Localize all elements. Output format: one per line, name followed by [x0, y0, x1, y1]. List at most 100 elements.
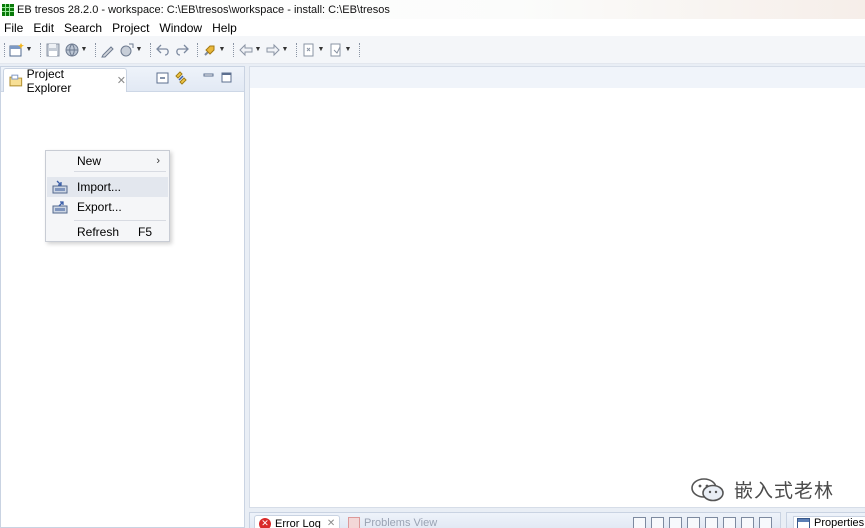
new-wizard-icon	[9, 42, 24, 56]
view-menu-icon[interactable]	[723, 517, 736, 528]
error-icon: ✕	[259, 517, 271, 528]
title-bar: EB tresos 28.2.0 - workspace: C:\EB\tres…	[0, 0, 865, 19]
import-log-icon[interactable]	[651, 517, 664, 528]
maximize-icon[interactable]	[220, 71, 234, 85]
back-button[interactable]: ▼	[238, 40, 262, 60]
context-menu-item-import[interactable]: Import...	[47, 177, 168, 197]
properties-tab-label: Properties	[814, 517, 865, 528]
editor-tab-strip	[250, 67, 865, 88]
project-explorer-tab-label: Project Explorer	[26, 66, 72, 95]
tab-properties[interactable]: Properties	[793, 516, 865, 528]
annotation-next-icon	[330, 43, 341, 56]
maximize-icon[interactable]	[759, 517, 772, 528]
properties-icon	[797, 517, 810, 528]
run-button[interactable]: ▼	[119, 40, 143, 60]
context-menu-item-new[interactable]: New ›	[47, 151, 168, 171]
save-icon	[46, 43, 60, 56]
annotation-button[interactable]: ▼	[301, 40, 325, 60]
new-wizard-button[interactable]: ▼	[9, 40, 33, 60]
tab-error-log[interactable]: ✕ Error Log ✕	[254, 515, 341, 528]
menu-window[interactable]: Window	[159, 21, 202, 35]
run-icon	[120, 43, 134, 56]
clear-log-icon[interactable]	[669, 517, 682, 528]
launch-button[interactable]: ▼	[202, 40, 226, 60]
menu-bar: File Edit Search Project Window Help	[0, 19, 865, 36]
chevron-down-icon[interactable]: ▼	[135, 42, 143, 58]
context-menu-item-refresh[interactable]: Refresh F5	[47, 222, 168, 242]
toolbar-separator	[233, 42, 234, 57]
toolbar-separator	[197, 42, 198, 57]
globe-button[interactable]: ▼	[64, 40, 88, 60]
project-explorer-header: Project Explorer ✕	[1, 66, 244, 95]
annotation-icon	[303, 43, 314, 56]
save-button[interactable]	[45, 40, 61, 60]
context-menu-accelerator: F5	[137, 225, 152, 239]
chevron-down-icon[interactable]: ▼	[218, 42, 226, 58]
launch-icon	[204, 45, 215, 56]
forward-nav-button[interactable]	[174, 40, 190, 60]
watermark: 嵌入式老林	[690, 476, 834, 503]
chevron-down-icon[interactable]: ▼	[344, 42, 352, 58]
tab-problems-view[interactable]: Problems View	[348, 515, 437, 528]
close-icon[interactable]: ✕	[117, 74, 126, 87]
menu-search[interactable]: Search	[64, 21, 102, 35]
context-menu: New › Import... Export... Refresh F5	[45, 150, 170, 242]
toolbar-separator	[296, 42, 297, 57]
watermark-text: 嵌入式老林	[734, 480, 835, 502]
menu-help[interactable]: Help	[212, 21, 237, 35]
toolbar-separator	[95, 42, 96, 57]
main-toolbar: ▼ ▼ ▼ ▼ ▼ ▼ ▼ ▼	[0, 36, 865, 64]
chevron-down-icon[interactable]: ▼	[80, 42, 88, 58]
forward-nav-icon	[176, 44, 189, 56]
export-icon	[52, 201, 68, 214]
minimize-icon[interactable]	[741, 517, 754, 528]
restore-log-icon[interactable]	[705, 517, 718, 528]
error-log-tab-label: Error Log	[275, 517, 321, 528]
close-icon[interactable]: ✕	[327, 518, 335, 528]
export-log-icon[interactable]	[633, 517, 646, 528]
chevron-down-icon[interactable]: ▼	[317, 42, 325, 58]
chevron-down-icon[interactable]: ▼	[254, 42, 262, 58]
import-icon	[52, 180, 68, 194]
menu-edit[interactable]: Edit	[33, 21, 54, 35]
chevron-down-icon[interactable]: ▼	[25, 42, 33, 58]
open-log-icon[interactable]	[687, 517, 700, 528]
back-nav-icon	[156, 44, 169, 56]
link-with-editor-icon[interactable]	[174, 71, 188, 85]
editor-area[interactable]	[249, 66, 865, 508]
project-explorer-panel: Project Explorer ✕	[0, 66, 245, 528]
collapse-all-icon[interactable]	[156, 71, 170, 85]
menu-file[interactable]: File	[4, 21, 23, 35]
context-menu-label: Refresh	[77, 225, 120, 239]
context-menu-label: New	[77, 154, 102, 168]
folder-icon	[9, 74, 23, 87]
minimize-icon[interactable]	[202, 71, 216, 85]
back-nav-button[interactable]	[155, 40, 171, 60]
menu-separator	[74, 220, 166, 221]
toolbar-separator	[40, 42, 41, 57]
globe-icon	[65, 43, 79, 56]
edit-icon	[101, 45, 114, 57]
forward-button[interactable]: ▼	[265, 40, 289, 60]
toolbar-separator	[359, 42, 360, 57]
properties-panel: Properties	[786, 512, 865, 528]
context-menu-label: Import...	[77, 180, 122, 194]
back-arrow-icon	[239, 43, 253, 56]
bottom-panel: ✕ Error Log ✕ Problems View	[249, 512, 781, 528]
annotation-next-button[interactable]: ▼	[328, 40, 352, 60]
problems-icon	[348, 517, 360, 528]
chevron-down-icon[interactable]: ▼	[281, 42, 289, 58]
project-explorer-tools	[152, 71, 234, 85]
toolbar-separator	[150, 42, 151, 57]
problems-view-tab-label: Problems View	[364, 517, 438, 528]
menu-separator	[74, 171, 166, 172]
chevron-right-icon: ›	[156, 155, 160, 167]
edit-button[interactable]	[100, 40, 116, 60]
menu-project[interactable]: Project	[112, 21, 149, 35]
context-menu-label: Export...	[77, 200, 122, 214]
context-menu-item-export[interactable]: Export...	[47, 197, 168, 217]
window-title: EB tresos 28.2.0 - workspace: C:\EB\tres…	[17, 3, 390, 16]
tab-project-explorer[interactable]: Project Explorer ✕	[3, 66, 127, 95]
bottom-panel-tools	[628, 517, 772, 528]
forward-arrow-icon	[266, 43, 280, 56]
